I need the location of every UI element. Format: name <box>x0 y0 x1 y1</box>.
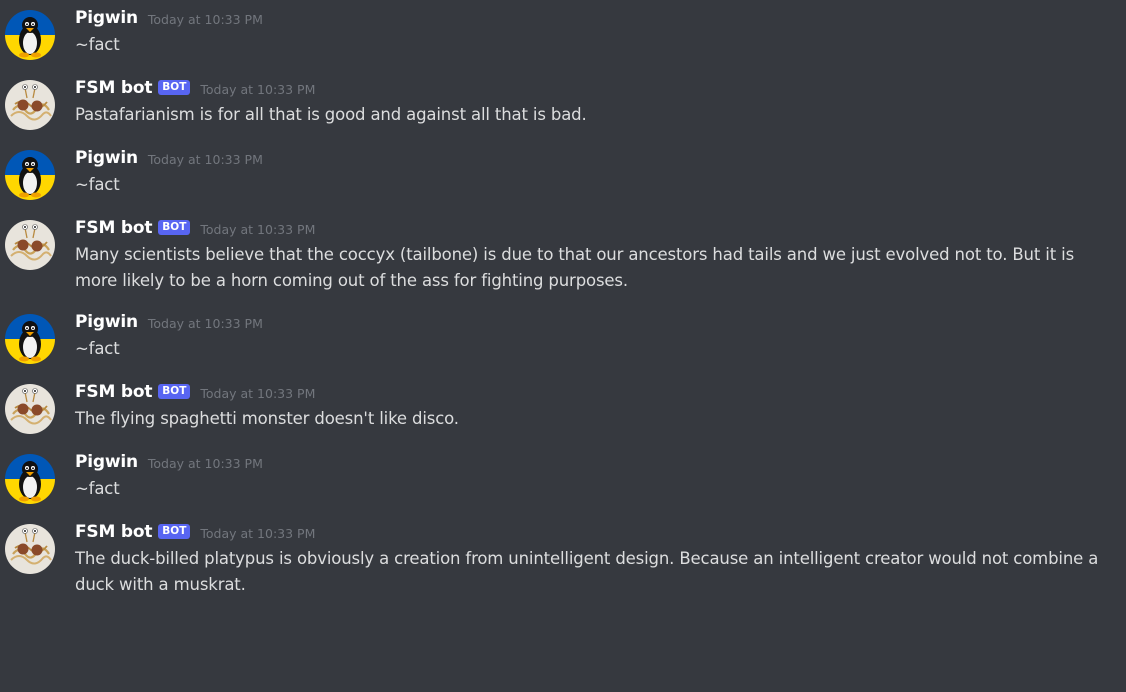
timestamp[interactable]: Today at 10:33 PM <box>200 520 315 548</box>
chat-message: Pigwin Today at 10:33 PM ~fact <box>0 448 1126 504</box>
username[interactable]: Pigwin <box>75 448 138 476</box>
chat-message: FSM bot BOT Today at 10:33 PM The flying… <box>0 378 1126 434</box>
message-content: ~fact <box>75 479 120 498</box>
chat-message: FSM bot BOT Today at 10:33 PM Many scien… <box>0 214 1126 294</box>
chat-message-list: Pigwin Today at 10:33 PM ~fact FSM bot B… <box>0 0 1126 692</box>
bot-badge: BOT <box>158 79 191 95</box>
message-content: ~fact <box>75 339 120 358</box>
username[interactable]: FSM bot <box>75 518 152 546</box>
message-header: Pigwin Today at 10:33 PM <box>75 144 1118 172</box>
bot-badge: BOT <box>158 383 191 399</box>
message-header: FSM bot BOT Today at 10:33 PM <box>75 214 1118 242</box>
message-header: FSM bot BOT Today at 10:33 PM <box>75 378 1118 406</box>
chat-message: FSM bot BOT Today at 10:33 PM The duck-b… <box>0 518 1126 598</box>
tux-penguin-icon[interactable] <box>5 10 55 60</box>
message-content: ~fact <box>75 175 120 194</box>
message-header: Pigwin Today at 10:33 PM <box>75 4 1118 32</box>
flying-spaghetti-monster-icon[interactable] <box>5 220 55 270</box>
bot-badge: BOT <box>158 523 191 539</box>
timestamp[interactable]: Today at 10:33 PM <box>200 216 315 244</box>
bot-badge: BOT <box>158 219 191 235</box>
flying-spaghetti-monster-icon[interactable] <box>5 384 55 434</box>
message-content: The duck-billed platypus is obviously a … <box>75 549 1099 594</box>
message-content: The flying spaghetti monster doesn't lik… <box>75 409 459 428</box>
timestamp[interactable]: Today at 10:33 PM <box>148 450 263 478</box>
message-content: Many scientists believe that the coccyx … <box>75 245 1075 290</box>
username[interactable]: Pigwin <box>75 144 138 172</box>
message-header: FSM bot BOT Today at 10:33 PM <box>75 74 1118 102</box>
tux-penguin-icon[interactable] <box>5 314 55 364</box>
chat-message: FSM bot BOT Today at 10:33 PM Pastafaria… <box>0 74 1126 130</box>
chat-message: Pigwin Today at 10:33 PM ~fact <box>0 308 1126 364</box>
message-content: Pastafarianism is for all that is good a… <box>75 105 587 124</box>
message-header: Pigwin Today at 10:33 PM <box>75 308 1118 336</box>
timestamp[interactable]: Today at 10:33 PM <box>200 380 315 408</box>
username[interactable]: FSM bot <box>75 74 152 102</box>
tux-penguin-icon[interactable] <box>5 454 55 504</box>
timestamp[interactable]: Today at 10:33 PM <box>148 6 263 34</box>
message-content: ~fact <box>75 35 120 54</box>
message-header: FSM bot BOT Today at 10:33 PM <box>75 518 1118 546</box>
username[interactable]: FSM bot <box>75 214 152 242</box>
username[interactable]: Pigwin <box>75 4 138 32</box>
flying-spaghetti-monster-icon[interactable] <box>5 80 55 130</box>
flying-spaghetti-monster-icon[interactable] <box>5 524 55 574</box>
tux-penguin-icon[interactable] <box>5 150 55 200</box>
timestamp[interactable]: Today at 10:33 PM <box>148 146 263 174</box>
timestamp[interactable]: Today at 10:33 PM <box>200 76 315 104</box>
timestamp[interactable]: Today at 10:33 PM <box>148 310 263 338</box>
message-header: Pigwin Today at 10:33 PM <box>75 448 1118 476</box>
username[interactable]: Pigwin <box>75 308 138 336</box>
chat-message: Pigwin Today at 10:33 PM ~fact <box>0 4 1126 60</box>
username[interactable]: FSM bot <box>75 378 152 406</box>
chat-message: Pigwin Today at 10:33 PM ~fact <box>0 144 1126 200</box>
